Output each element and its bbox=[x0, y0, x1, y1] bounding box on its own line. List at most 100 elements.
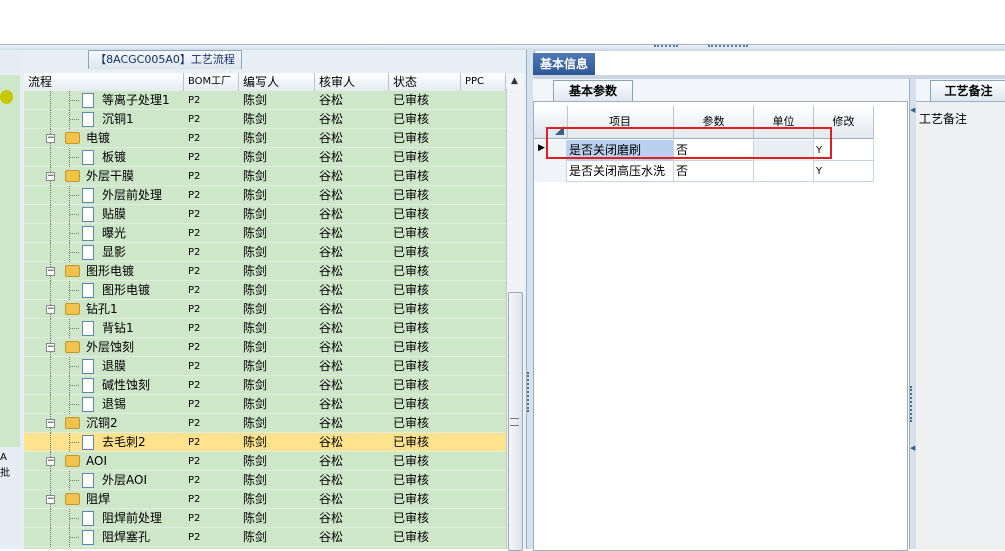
tree-connector bbox=[50, 395, 52, 414]
tree-node-label[interactable]: 沉铜2 bbox=[86, 414, 118, 433]
column-header-bom[interactable]: BOM工厂 bbox=[184, 73, 239, 91]
tree-connector bbox=[50, 376, 52, 395]
tree-node-label[interactable]: 外层前处理 bbox=[102, 186, 162, 205]
bom-cell: P2 bbox=[188, 171, 201, 182]
tree-row[interactable]: 沉铜1 P2 陈剑 谷松 已审核 bbox=[24, 110, 506, 129]
process-tree-grid: 等离子处理1 P2 陈剑 谷松 已审核 沉铜1 P2 陈剑 谷松 已审核 − 电镀 P2 陈剑 谷松 已审核板… bbox=[24, 91, 506, 549]
collapse-toggle-icon[interactable]: − bbox=[46, 172, 55, 181]
tree-row[interactable]: 阻焊前处理 P2 陈剑 谷松 已审核 bbox=[24, 509, 506, 528]
tree-row[interactable]: − 沉铜2 P2 陈剑 谷松 已审核 bbox=[24, 414, 506, 433]
column-header-flow[interactable]: 流程 bbox=[24, 73, 184, 91]
tree-node-label[interactable]: 等离子处理1 bbox=[102, 91, 170, 110]
tree-row[interactable]: 等离子处理1 P2 陈剑 谷松 已审核 bbox=[24, 91, 506, 110]
tree-node-label[interactable]: 外层AOI bbox=[102, 471, 147, 490]
collapse-toggle-icon[interactable]: − bbox=[46, 305, 55, 314]
param-modify-cell[interactable]: Y bbox=[814, 161, 874, 182]
collapse-toggle-icon[interactable]: − bbox=[46, 267, 55, 276]
tree-node-label[interactable]: 图形电镀 bbox=[86, 262, 134, 281]
left-panel-body bbox=[0, 75, 20, 447]
bom-cell: P2 bbox=[188, 152, 201, 163]
tree-row[interactable]: 退膜 P2 陈剑 谷松 已审核 bbox=[24, 357, 506, 376]
reviewer-cell: 谷松 bbox=[319, 93, 344, 107]
column-header-ppc[interactable]: PPC bbox=[461, 73, 506, 91]
tree-row[interactable]: − 外层蚀刻 P2 陈剑 谷松 已审核 bbox=[24, 338, 506, 357]
collapse-toggle-icon[interactable]: − bbox=[46, 495, 55, 504]
tree-row[interactable]: 外层AOI P2 陈剑 谷松 已审核 bbox=[24, 471, 506, 490]
params-row[interactable]: 是否关闭高压水洗 否 Y bbox=[534, 161, 874, 182]
collapse-toggle-icon[interactable]: − bbox=[46, 134, 55, 143]
writer-cell: 陈剑 bbox=[243, 378, 268, 392]
tree-row[interactable]: 阻焊塞孔 P2 陈剑 谷松 已审核 bbox=[24, 528, 506, 547]
param-unit-cell[interactable] bbox=[754, 161, 814, 182]
tree-node-label[interactable]: 外层蚀刻 bbox=[86, 338, 134, 357]
tree-node-label[interactable]: 阻焊前处理 bbox=[102, 509, 162, 528]
tree-row[interactable]: 碱性蚀刻 P2 陈剑 谷松 已审核 bbox=[24, 376, 506, 395]
tab-process-notes[interactable]: 工艺备注 bbox=[930, 80, 1005, 101]
document-icon bbox=[82, 435, 94, 450]
tree-row[interactable]: − 阻焊 P2 陈剑 谷松 已审核 bbox=[24, 490, 506, 509]
tree-node-label[interactable]: 背钻1 bbox=[102, 319, 134, 338]
scroll-up-arrow-icon[interactable]: ▲ bbox=[506, 73, 523, 89]
tree-connector bbox=[50, 509, 52, 528]
tree-row[interactable]: 外层前处理 P2 陈剑 谷松 已审核 bbox=[24, 186, 506, 205]
collapse-arrow-icon[interactable]: ◀ bbox=[910, 106, 915, 114]
param-item-cell[interactable]: 是否关闭高压水洗 bbox=[567, 161, 674, 182]
splitter-grip-icon bbox=[654, 45, 678, 50]
tree-node-label[interactable]: 退膜 bbox=[102, 357, 126, 376]
tree-node-label[interactable]: 外层干膜 bbox=[86, 167, 134, 186]
top-blank-area bbox=[0, 0, 1005, 44]
column-header-writer[interactable]: 编写人 bbox=[239, 73, 315, 91]
tree-row[interactable]: 曝光 P2 陈剑 谷松 已审核 bbox=[24, 224, 506, 243]
status-cell: 已审核 bbox=[393, 378, 430, 392]
tree-node-label[interactable]: 钻孔1 bbox=[86, 300, 118, 319]
tree-row[interactable]: 去毛刺2 P2 陈剑 谷松 已审核 bbox=[24, 433, 506, 452]
tab-basic-info[interactable]: 基本信息 bbox=[533, 53, 595, 75]
tree-row[interactable]: 板镀 P2 陈剑 谷松 已审核 bbox=[24, 148, 506, 167]
tree-node-label[interactable]: 曝光 bbox=[102, 224, 126, 243]
tree-connector bbox=[70, 195, 79, 197]
tree-row[interactable]: − 钻孔1 P2 陈剑 谷松 已审核 bbox=[24, 300, 506, 319]
folder-icon bbox=[65, 341, 80, 353]
column-header-status[interactable]: 状态 bbox=[389, 73, 461, 91]
tree-row[interactable]: − 外层干膜 P2 陈剑 谷松 已审核 bbox=[24, 167, 506, 186]
tree-row[interactable]: − AOI P2 陈剑 谷松 已审核 bbox=[24, 452, 506, 471]
tree-row[interactable]: − 图形电镀 P2 陈剑 谷松 已审核 bbox=[24, 262, 506, 281]
row-indicator bbox=[534, 161, 567, 182]
bom-cell: P2 bbox=[188, 209, 201, 220]
tree-row[interactable]: 背钻1 P2 陈剑 谷松 已审核 bbox=[24, 319, 506, 338]
tree-node-label[interactable]: 退锡 bbox=[102, 395, 126, 414]
tree-node-label[interactable]: 电镀 bbox=[86, 129, 110, 148]
collapse-toggle-icon[interactable]: − bbox=[46, 457, 55, 466]
param-value-cell[interactable]: 否 bbox=[674, 161, 754, 182]
writer-cell: 陈剑 bbox=[243, 454, 268, 468]
tree-node-label[interactable]: 贴膜 bbox=[102, 205, 126, 224]
tree-connector bbox=[50, 471, 52, 490]
column-header-reviewer[interactable]: 核审人 bbox=[315, 73, 389, 91]
tree-row[interactable]: 退锡 P2 陈剑 谷松 已审核 bbox=[24, 395, 506, 414]
tree-node-label[interactable]: 去毛刺2 bbox=[102, 433, 146, 452]
collapse-toggle-icon[interactable]: − bbox=[46, 419, 55, 428]
bom-cell: P2 bbox=[188, 190, 201, 201]
tree-node-label[interactable]: 板镀 bbox=[102, 148, 126, 167]
reviewer-cell: 谷松 bbox=[319, 492, 344, 506]
writer-cell: 陈剑 bbox=[243, 416, 268, 430]
tree-row[interactable]: 图形电镀 P2 陈剑 谷松 已审核 bbox=[24, 281, 506, 300]
tree-connector bbox=[70, 252, 79, 254]
tree-row[interactable]: 贴膜 P2 陈剑 谷松 已审核 bbox=[24, 205, 506, 224]
tree-node-label[interactable]: AOI bbox=[86, 452, 107, 471]
tab-basic-params[interactable]: 基本参数 bbox=[553, 80, 633, 101]
tree-node-label[interactable]: 阻焊塞孔 bbox=[102, 528, 150, 547]
tree-row[interactable]: 显影 P2 陈剑 谷松 已审核 bbox=[24, 243, 506, 262]
bom-cell: P2 bbox=[188, 95, 201, 106]
collapse-toggle-icon[interactable]: − bbox=[46, 343, 55, 352]
tree-node-label[interactable]: 沉铜1 bbox=[102, 110, 134, 129]
tree-row[interactable]: − 电镀 P2 陈剑 谷松 已审核 bbox=[24, 129, 506, 148]
collapse-arrow-icon[interactable]: ◀ bbox=[910, 444, 915, 452]
tree-node-label[interactable]: 图形电镀 bbox=[102, 281, 150, 300]
tree-node-label[interactable]: 碱性蚀刻 bbox=[102, 376, 150, 395]
bom-cell: P2 bbox=[188, 361, 201, 372]
writer-cell: 陈剑 bbox=[243, 283, 268, 297]
tab-process-flow[interactable]: 【8ACGC005A0】工艺流程 bbox=[88, 50, 242, 69]
tree-node-label[interactable]: 显影 bbox=[102, 243, 126, 262]
tree-node-label[interactable]: 阻焊 bbox=[86, 490, 110, 509]
